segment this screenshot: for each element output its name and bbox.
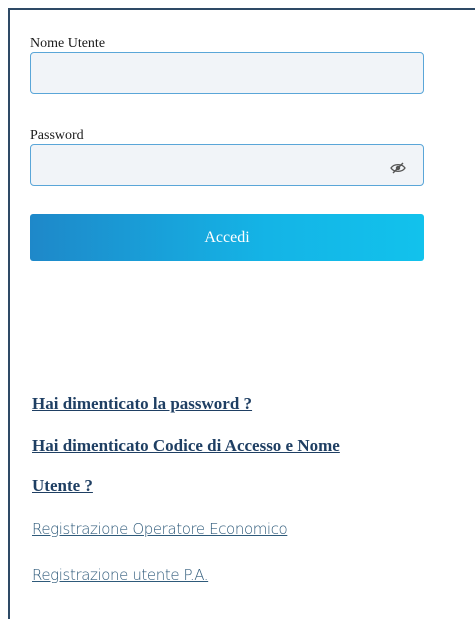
username-input[interactable] xyxy=(30,52,424,94)
password-label: Password xyxy=(30,128,84,143)
forgot-code-link-line1[interactable]: Hai dimenticato Codice di Accesso e Nome xyxy=(32,436,340,456)
login-panel: Nome Utente Password Accedi Hai dimentic… xyxy=(8,8,475,619)
register-operator-link[interactable]: Registrazione Operatore Economico xyxy=(32,520,288,538)
forgot-password-link[interactable]: Hai dimenticato la password ? xyxy=(32,394,252,414)
register-pa-link[interactable]: Registrazione utente P.A. xyxy=(32,566,209,584)
eye-slash-icon[interactable] xyxy=(390,162,406,174)
forgot-code-link-line2[interactable]: Utente ? xyxy=(32,476,93,496)
password-input[interactable] xyxy=(30,144,424,186)
username-label: Nome Utente xyxy=(30,36,106,51)
login-button[interactable]: Accedi xyxy=(30,214,424,261)
